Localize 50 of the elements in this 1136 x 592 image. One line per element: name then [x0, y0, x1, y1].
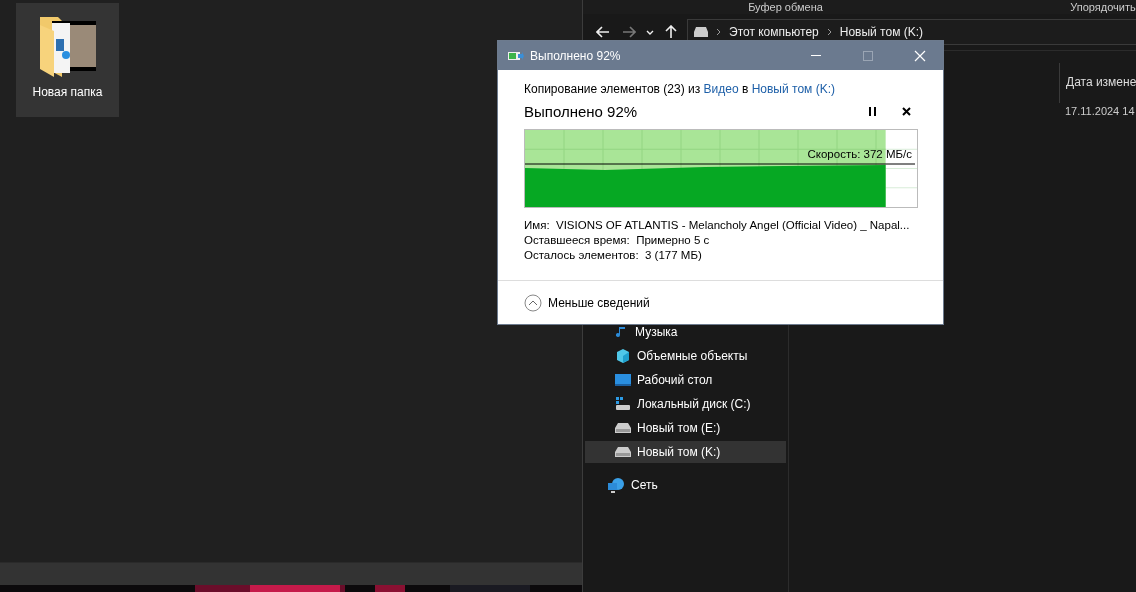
nav-item[interactable]: Музыка: [585, 321, 786, 343]
nav-item[interactable]: Локальный диск (C:): [585, 393, 786, 415]
minimize-icon: [811, 54, 821, 57]
copy-progress-icon: [508, 50, 524, 61]
chevron-right-icon: [826, 28, 832, 36]
desktop-folder[interactable]: Новая папка: [16, 3, 119, 117]
ribbon-group-label: Упорядочить: [1070, 1, 1136, 13]
circled-chevron-up-icon: [524, 293, 542, 312]
detail-row: Осталось элементов: 3 (177 МБ): [524, 249, 702, 261]
monitor-icon: [615, 373, 631, 387]
windows-drive-icon: [615, 397, 631, 411]
copy-summary: Копирование элементов (23) из Видео в Новый том (K:): [524, 82, 836, 96]
table-cell-text: 17.11.2024 14: [1064, 105, 1135, 117]
nav-item[interactable]: Объемные объекты: [585, 345, 786, 367]
nav-label: Рабочий стол: [637, 373, 713, 387]
drive-icon: [615, 447, 631, 457]
column-header[interactable]: Дата измене: [1060, 75, 1136, 89]
address-bar[interactable]: Этот компьютер Новый том (K:): [687, 19, 1136, 45]
details-toggle[interactable]: Меньше сведений: [524, 293, 650, 312]
chevron-down-icon: [646, 29, 654, 35]
nav-item[interactable]: Новый том (K:): [585, 441, 786, 463]
nav-label: Сеть: [631, 478, 658, 492]
chevron-right-icon: [716, 28, 721, 36]
ribbon-group-label: Буфер обмена: [747, 1, 824, 13]
detail-row: Оставшееся время: Примерно 5 с: [524, 234, 710, 246]
pause-icon: [868, 106, 876, 116]
nav-label: Новый том (K:): [637, 445, 721, 459]
nav-item[interactable]: Сеть: [585, 474, 786, 496]
nav-label: Локальный диск (C:): [637, 397, 751, 411]
network-icon: [607, 477, 625, 493]
close-icon: [901, 106, 911, 116]
progress-heading: Выполнено 92%: [524, 102, 639, 120]
nav-item[interactable]: Рабочий стол: [585, 369, 786, 391]
nav-label: Новый том (E:): [637, 421, 721, 435]
cube-icon: [615, 348, 631, 364]
breadcrumb[interactable]: Этот компьютер: [729, 25, 819, 39]
maximize-icon: [863, 50, 873, 61]
nav-label: Объемные объекты: [637, 349, 748, 363]
folder-label: Новая папка: [32, 85, 103, 99]
source-link[interactable]: Видео: [703, 82, 739, 96]
destination-link[interactable]: Новый том (K:): [751, 82, 835, 96]
breadcrumb[interactable]: Новый том (K:): [839, 25, 924, 39]
close-icon: [914, 49, 926, 62]
drive-icon: [694, 27, 708, 37]
detail-row: Имя: VISIONS OF ATLANTIS - Melancholy Angel (Official Video) _ Napal...: [524, 219, 910, 231]
speed-label: Скорость: 372 МБ/с: [807, 148, 912, 160]
drive-icon: [615, 423, 631, 433]
nav-item[interactable]: Новый том (E:): [585, 417, 786, 439]
nav-label: Музыка: [635, 325, 678, 339]
window-title: Выполнено 92%: [530, 48, 622, 63]
